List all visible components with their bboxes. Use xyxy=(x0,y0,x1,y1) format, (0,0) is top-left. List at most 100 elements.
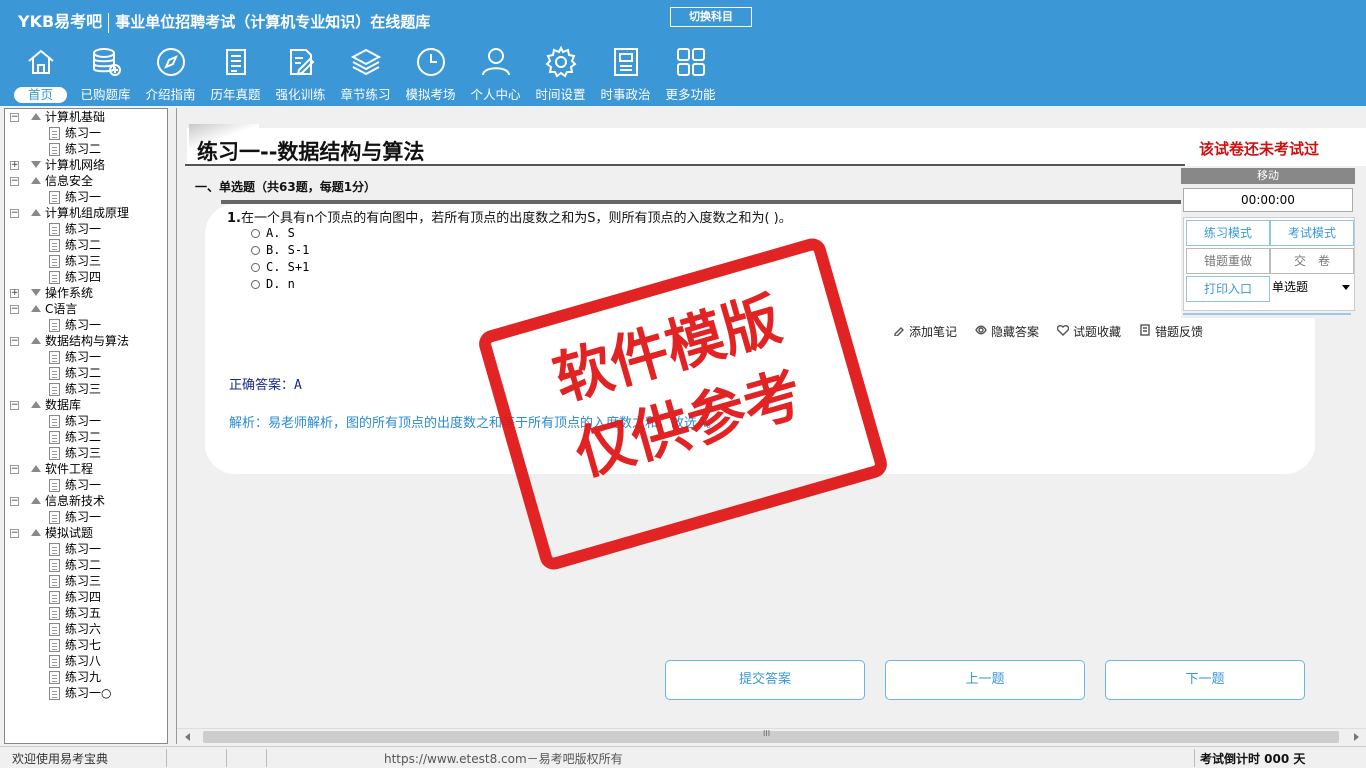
tree-folder[interactable]: − 模拟试题 xyxy=(5,525,167,541)
tree-leaf[interactable]: 练习七 xyxy=(5,637,167,653)
tree-leaf[interactable]: 练习一 xyxy=(5,413,167,429)
radio-icon[interactable] xyxy=(251,246,260,255)
tree-leaf[interactable]: 练习二 xyxy=(5,237,167,253)
tree-folder[interactable]: − 信息新技术 xyxy=(5,493,167,509)
answer-option[interactable]: C. S+1 xyxy=(251,259,309,275)
tree-leaf-label: 练习八 xyxy=(65,654,102,668)
nav-item-grid[interactable]: 更多功能 xyxy=(658,46,723,104)
tool-heart[interactable]: 试题收藏 xyxy=(1056,323,1121,340)
collapse-toggle-icon[interactable]: − xyxy=(10,465,19,474)
tree-leaf[interactable]: 练习一 xyxy=(5,541,167,557)
tree-leaf[interactable]: 练习四 xyxy=(5,589,167,605)
tree-leaf[interactable]: 练习一 xyxy=(5,477,167,493)
nav-item-user[interactable]: 个人中心 xyxy=(463,46,528,104)
tree-leaf[interactable]: 练习三 xyxy=(5,445,167,461)
tree-leaf[interactable]: 练习二 xyxy=(5,429,167,445)
tree-folder[interactable]: − 计算机基础 xyxy=(5,109,167,125)
expand-toggle-icon[interactable]: + xyxy=(10,161,19,170)
tree-leaf[interactable]: 练习九 xyxy=(5,669,167,685)
tree-leaf[interactable]: 练习一 xyxy=(5,221,167,237)
print-button[interactable]: 打印入口 xyxy=(1186,276,1270,302)
answer-option[interactable]: B. S-1 xyxy=(251,242,309,258)
tree-leaf[interactable]: 练习二 xyxy=(5,365,167,381)
practice-mode-button[interactable]: 练习模式 xyxy=(1186,220,1270,246)
tree-leaf[interactable]: 练习六 xyxy=(5,621,167,637)
tree-leaf[interactable]: 练习一 xyxy=(5,189,167,205)
tool-pencil[interactable]: 添加笔记 xyxy=(893,323,957,340)
scroll-thumb[interactable] xyxy=(203,729,1339,743)
collapse-toggle-icon[interactable]: − xyxy=(10,337,19,346)
radio-icon[interactable] xyxy=(251,263,260,272)
question-type-select[interactable]: 单选题 xyxy=(1270,275,1354,301)
nav-item-newspaper[interactable]: 时事政治 xyxy=(593,46,658,104)
tree-leaf[interactable]: 练习四 xyxy=(5,269,167,285)
document-icon xyxy=(49,351,60,364)
title-underline xyxy=(185,164,1185,166)
section-heading: 一、单选题（共63题，每题1分） xyxy=(195,180,377,194)
document-icon xyxy=(49,479,60,492)
tree-folder[interactable]: − 软件工程 xyxy=(5,461,167,477)
tree-folder[interactable]: − 信息安全 xyxy=(5,173,167,189)
expand-toggle-icon[interactable]: + xyxy=(10,289,19,298)
nav-item-home[interactable]: 首页 xyxy=(8,46,73,104)
nav-item-clock[interactable]: 模拟考场 xyxy=(398,46,463,104)
panel-divider xyxy=(1183,313,1351,315)
scroll-left-icon[interactable] xyxy=(185,733,190,741)
switch-subject-button[interactable]: 切换科目 xyxy=(670,7,752,27)
tree-leaf[interactable]: 练习二 xyxy=(5,141,167,157)
radio-icon[interactable] xyxy=(251,280,260,289)
move-handle[interactable]: 移动 xyxy=(1181,168,1355,184)
tool-eye[interactable]: 隐藏答案 xyxy=(975,323,1039,340)
collapse-toggle-icon[interactable]: − xyxy=(10,305,19,314)
tree-folder[interactable]: − 数据结构与算法 xyxy=(5,333,167,349)
tree-leaf[interactable]: 练习一○ xyxy=(5,685,167,701)
horizontal-scrollbar[interactable] xyxy=(177,728,1366,744)
tree-leaf[interactable]: 练习一 xyxy=(5,125,167,141)
tree-leaf[interactable]: 练习八 xyxy=(5,653,167,669)
tree-folder-label: 计算机组成原理 xyxy=(45,206,130,220)
document-icon xyxy=(49,383,60,396)
collapse-toggle-icon[interactable]: − xyxy=(10,529,19,538)
chapter-tree[interactable]: − 计算机基础 练习一 练习二 + 计算机网络 − 信息安全 练习一 − 计算机组成原理 练习一 练习二… xyxy=(4,108,168,744)
tree-leaf[interactable]: 练习一 xyxy=(5,317,167,333)
prev-question-button[interactable]: 上一题 xyxy=(885,660,1085,700)
radio-icon[interactable] xyxy=(251,229,260,238)
nav-item-compass[interactable]: 介绍指南 xyxy=(138,46,203,104)
scroll-right-icon[interactable] xyxy=(1354,733,1359,741)
nav-item-edit[interactable]: 强化训练 xyxy=(268,46,333,104)
answer-option[interactable]: A. S xyxy=(251,225,295,241)
folder-icon xyxy=(31,337,41,344)
tree-folder[interactable]: − 计算机组成原理 xyxy=(5,205,167,221)
document-icon xyxy=(49,687,60,700)
collapse-toggle-icon[interactable]: − xyxy=(10,401,19,410)
tree-leaf[interactable]: 练习三 xyxy=(5,573,167,589)
collapse-toggle-icon[interactable]: − xyxy=(10,177,19,186)
nav-item-gear[interactable]: 时间设置 xyxy=(528,45,593,104)
nav-label: 章节练习 xyxy=(340,87,391,102)
tree-leaf[interactable]: 练习三 xyxy=(5,253,167,269)
tree-folder[interactable]: − 数据库 xyxy=(5,397,167,413)
option-label: B. S-1 xyxy=(266,243,310,257)
redo-wrong-button[interactable]: 错题重做 xyxy=(1186,248,1270,274)
tree-leaf-label: 练习一 xyxy=(65,350,102,364)
tool-feedback[interactable]: 错题反馈 xyxy=(1139,323,1203,340)
next-question-button[interactable]: 下一题 xyxy=(1105,660,1305,700)
nav-item-document-list[interactable]: 历年真题 xyxy=(203,46,268,104)
tree-folder[interactable]: − C语言 xyxy=(5,301,167,317)
submit-paper-button[interactable]: 交 卷 xyxy=(1270,248,1354,274)
nav-item-database[interactable]: 已购题库 xyxy=(73,46,138,104)
tree-leaf[interactable]: 练习三 xyxy=(5,381,167,397)
collapse-toggle-icon[interactable]: − xyxy=(10,209,19,218)
collapse-toggle-icon[interactable]: − xyxy=(10,497,19,506)
answer-option[interactable]: D. n xyxy=(251,276,295,292)
tree-folder[interactable]: + 操作系统 xyxy=(5,285,167,301)
nav-item-layers[interactable]: 章节练习 xyxy=(333,46,398,104)
exam-mode-button[interactable]: 考试模式 xyxy=(1270,220,1354,246)
collapse-toggle-icon[interactable]: − xyxy=(10,113,19,122)
submit-answer-button[interactable]: 提交答案 xyxy=(665,660,865,700)
tree-folder[interactable]: + 计算机网络 xyxy=(5,157,167,173)
tree-leaf[interactable]: 练习一 xyxy=(5,509,167,525)
tree-leaf[interactable]: 练习一 xyxy=(5,349,167,365)
tree-leaf[interactable]: 练习五 xyxy=(5,605,167,621)
tree-leaf[interactable]: 练习二 xyxy=(5,557,167,573)
